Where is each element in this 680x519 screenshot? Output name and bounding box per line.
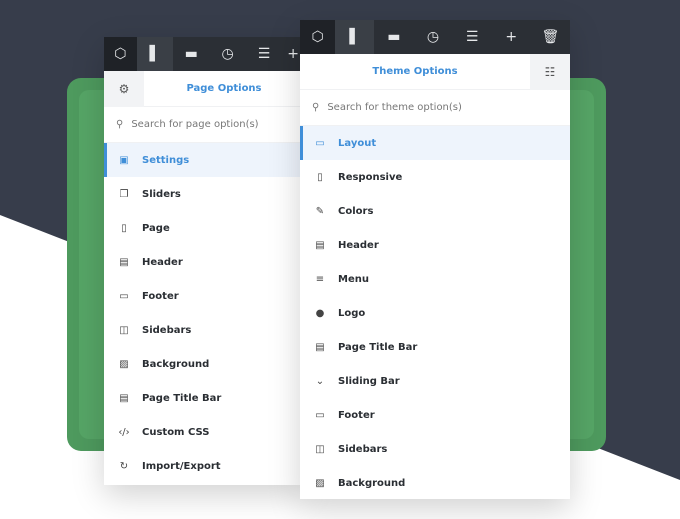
settings-icon: ▣ <box>119 154 129 166</box>
menu-item-sliding-bar[interactable]: ⌄ Sliding Bar <box>300 364 570 398</box>
page-title-bar-icon: ▤ <box>315 341 325 353</box>
code-icon: ‹/› <box>118 426 130 438</box>
menu-item-label: Menu <box>338 273 369 285</box>
history-icon[interactable]: ◷ <box>209 37 245 71</box>
menu-item-page-title-bar[interactable]: ▤ Page Title Bar <box>300 330 570 364</box>
menu-item-label: Background <box>142 358 210 370</box>
menu-item-sliders[interactable]: ❐ Sliders <box>104 177 304 211</box>
menu-item-label: Header <box>142 256 183 268</box>
sidebars-icon: ◫ <box>315 443 325 455</box>
background-icon: ▨ <box>315 477 325 489</box>
drive-icon[interactable]: ▬ <box>173 37 209 71</box>
menu-item-label: Header <box>338 239 379 251</box>
page-title-bar-icon: ▤ <box>119 392 129 404</box>
layout-icon: ▭ <box>315 137 325 149</box>
menu-icon: ≡ <box>315 273 325 285</box>
menu-item-background[interactable]: ▨ Background <box>104 347 304 381</box>
menu-item-sidebars[interactable]: ◫ Sidebars <box>104 313 304 347</box>
menu-item-label: Background <box>338 477 406 489</box>
menu-item-logo[interactable]: ● Logo <box>300 296 570 330</box>
menu-item-label: Responsive <box>338 171 403 183</box>
eyedropper-icon: ✎ <box>315 205 325 217</box>
menu-item-footer[interactable]: ▭ Footer <box>300 398 570 432</box>
menu-item-label: Logo <box>338 307 366 319</box>
menu-item-label: Page Title Bar <box>338 341 418 353</box>
menu-item-label: Layout <box>338 137 377 149</box>
menu-item-page-title-bar[interactable]: ▤ Page Title Bar <box>104 381 304 415</box>
sliders-icon: ❐ <box>119 188 129 200</box>
toolbar: ⬡ ▌ ▬ ◷ ☰ + 🗑 <box>300 20 570 54</box>
menu-item-label: Page <box>142 222 170 234</box>
history-icon[interactable]: ◷ <box>413 20 452 54</box>
menu-item-responsive[interactable]: ▯ Responsive <box>300 160 570 194</box>
plus-icon[interactable]: + <box>492 20 531 54</box>
search-input[interactable]: ⚲ Search for theme option(s) <box>300 90 570 126</box>
mobile-icon: ▯ <box>317 171 323 183</box>
drive-icon[interactable]: ▬ <box>374 20 413 54</box>
gear-icon[interactable]: ⚙ <box>104 70 144 107</box>
sidebars-icon: ◫ <box>119 324 129 336</box>
menu-item-label: Custom CSS <box>142 426 210 438</box>
menu-item-label: Footer <box>338 409 375 421</box>
menu-item-layout[interactable]: ▭ Layout <box>300 126 570 160</box>
logo-icon[interactable]: ⬡ <box>300 20 336 54</box>
sliders-settings-icon[interactable]: ☷ <box>530 53 570 90</box>
header-icon: ▤ <box>315 239 325 251</box>
search-icon: ⚲ <box>116 119 124 130</box>
menu-item-label: Page Title Bar <box>142 392 222 404</box>
panel-title: Theme Options <box>372 66 458 77</box>
sidebar-toggle-icon[interactable]: ▌ <box>136 37 174 71</box>
search-icon: ⚲ <box>312 102 320 113</box>
chevron-down-icon: ⌄ <box>315 375 325 387</box>
menu-item-label: Footer <box>142 290 179 302</box>
sidebar-toggle-icon[interactable]: ▌ <box>335 20 375 54</box>
header-icon: ▤ <box>119 256 129 268</box>
menu-item-label: Settings <box>142 154 190 166</box>
menu-item-menu[interactable]: ≡ Menu <box>300 262 570 296</box>
menu-item-header[interactable]: ▤ Header <box>104 245 304 279</box>
trash-icon[interactable]: 🗑 <box>531 20 570 54</box>
page-icon: ▯ <box>121 222 127 234</box>
panel-title: Page Options <box>186 83 262 94</box>
menu-item-page[interactable]: ▯ Page <box>104 211 304 245</box>
theme-options-panel: ⬡ ▌ ▬ ◷ ☰ + 🗑 Theme Options ☷ ⚲ Search fo… <box>300 20 570 499</box>
menu-item-label: Sliders <box>142 188 181 200</box>
menu-item-import-export[interactable]: ↻ Import/Export <box>104 449 304 483</box>
footer-icon: ▭ <box>315 409 325 421</box>
menu-item-label: Sidebars <box>338 443 388 455</box>
toolbar: ⬡ ▌ ▬ ◷ ☰ + <box>104 37 304 71</box>
search-input[interactable]: ⚲ Search for page option(s) <box>104 107 304 143</box>
menu-item-label: Sidebars <box>142 324 192 336</box>
menu-item-label: Sliding Bar <box>338 375 400 387</box>
menu-item-header[interactable]: ▤ Header <box>300 228 570 262</box>
menu-item-custom-css[interactable]: ‹/› Custom CSS <box>104 415 304 449</box>
menu-item-footer[interactable]: ▭ Footer <box>104 279 304 313</box>
refresh-icon: ↻ <box>119 460 129 472</box>
menu-item-background[interactable]: ▨ Background <box>300 466 570 500</box>
toggles-icon[interactable]: ☰ <box>246 37 282 71</box>
menu-item-colors[interactable]: ✎ Colors <box>300 194 570 228</box>
menu-item-sidebars[interactable]: ◫ Sidebars <box>300 432 570 466</box>
background-icon: ▨ <box>119 358 129 370</box>
toggles-icon[interactable]: ☰ <box>453 20 492 54</box>
menu-item-label: Colors <box>338 205 374 217</box>
logo-icon[interactable]: ⬡ <box>104 37 137 71</box>
menu-item-settings[interactable]: ▣ Settings <box>104 143 304 177</box>
footer-icon: ▭ <box>119 290 129 302</box>
menu-item-label: Import/Export <box>142 460 221 472</box>
page-options-panel: ⬡ ▌ ▬ ◷ ☰ + ⚙ Page Options ⚲ Search for p… <box>104 37 304 485</box>
logo-icon: ● <box>315 307 325 319</box>
